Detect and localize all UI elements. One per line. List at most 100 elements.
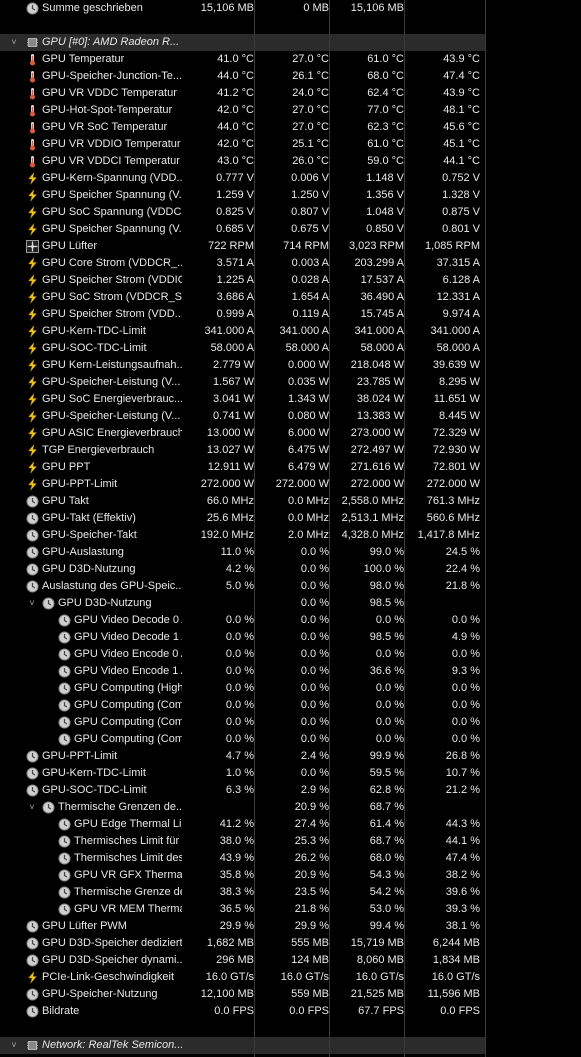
sensor-row[interactable]: GPU Lüfter 722 RPM 714 RPM 3,023 RPM 1,085 R… xyxy=(0,238,485,255)
gauge-icon xyxy=(58,631,71,644)
collapse-chevron-icon[interactable]: ˅ xyxy=(8,34,20,51)
sensor-row[interactable]: GPU Computing (High P... 0.0 % 0.0 % 0.0 % 0… xyxy=(0,680,485,697)
sensor-row[interactable]: GPU-Kern-Spannung (VDD... 0.777 V 0.006 V 1… xyxy=(0,170,485,187)
gauge-icon xyxy=(26,2,39,15)
min-value: 1.654 A xyxy=(291,291,329,303)
group-title: Network: RealTek Semicon... xyxy=(42,1039,184,1051)
sensor-row[interactable]: GPU SoC Energieverbrauc... 3.041 W 1.343 W… xyxy=(0,391,485,408)
sensor-row[interactable]: GPU Edge Thermal Limit 41.2 % 27.4 % 61.4 %… xyxy=(0,816,485,833)
sensor-row[interactable]: Auslastung des GPU-Speic... 5.0 % 0.0 % 98.… xyxy=(0,578,485,595)
sensor-row[interactable]: GPU Computing (Comp... 0.0 % 0.0 % 0.0 % 0.0… xyxy=(0,714,485,731)
sensor-row[interactable]: GPU VR MEM Thermal Li... 36.5 % 21.8 % 53.0… xyxy=(0,901,485,918)
min-value: 0.0 % xyxy=(300,767,329,779)
avg-value: 0.752 V xyxy=(442,172,480,184)
sensor-row[interactable]: TGP Energieverbrauch 13.027 W 6.475 W 272.4… xyxy=(0,442,485,459)
sensor-row[interactable]: GPU-Speicher-Junction-Te... 44.0 °C 26.1 °… xyxy=(0,68,485,85)
avg-value: 1,834 MB xyxy=(432,954,480,966)
sensor-row[interactable]: GPU-Speicher-Leistung (V... 0.741 W 0.080 … xyxy=(0,408,485,425)
max-value: 2,513.1 MHz xyxy=(341,512,404,524)
sensor-row[interactable]: GPU SoC Spannung (VDDC... 0.825 V 0.807 V 1… xyxy=(0,204,485,221)
sensor-row[interactable]: GPU-PPT-Limit 272.000 W 272.000 W 272.000 W… xyxy=(0,476,485,493)
sensor-row[interactable]: GPU-Hot-Spot-Temperatur 42.0 °C 27.0 °C 77.… xyxy=(0,102,485,119)
sensor-row[interactable]: GPU Video Decode 1 A... 0.0 % 0.0 % 98.5 % 4… xyxy=(0,629,485,646)
sensor-label: PCIe-Link-Geschwindigkeit xyxy=(42,971,175,983)
sensor-row[interactable]: GPU D3D-Nutzung 4.2 % 0.0 % 100.0 % 22.4 % xyxy=(0,561,485,578)
sensor-row[interactable]: Thermisches Limit für G... 38.0 % 25.3 % 68… xyxy=(0,833,485,850)
sensor-row[interactable]: GPU Video Encode 1 Au... 0.0 % 0.0 % 36.6 %… xyxy=(0,663,485,680)
sensor-row[interactable]: GPU Computing (Comp... 0.0 % 0.0 % 0.0 % 0.0… xyxy=(0,731,485,748)
sensor-row[interactable]: Bildrate 0.0 FPS 0.0 FPS 67.7 FPS 0.0 FPS xyxy=(0,1003,485,1020)
sensor-row[interactable]: ˅ GPU D3D-Nutzung 0.0 % 98.5 % xyxy=(0,595,485,612)
sensor-row[interactable]: GPU VR GFX Thermal Limit 35.8 % 20.9 % 54.3… xyxy=(0,867,485,884)
min-value: 272.000 W xyxy=(275,478,329,490)
sensor-row[interactable]: GPU Speicher Spannung (V... 1.259 V 1.250 … xyxy=(0,187,485,204)
sensor-row[interactable]: GPU SoC Strom (VDDCR_S... 3.686 A 1.654 A 3… xyxy=(0,289,485,306)
sensor-row[interactable]: GPU-Kern-TDC-Limit 1.0 % 0.0 % 59.5 % 10.7 % xyxy=(0,765,485,782)
current-value: 5.0 % xyxy=(225,580,254,592)
sensor-row[interactable]: GPU Kern-Leistungsaufnah... 2.779 W 0.000 … xyxy=(0,357,485,374)
avg-value: 272.000 W xyxy=(426,478,480,490)
avg-value: 0.801 V xyxy=(442,223,480,235)
gauge-icon xyxy=(58,699,71,712)
min-value: 0.0 % xyxy=(300,699,329,711)
sensor-row[interactable]: GPU D3D-Speicher dynami... 296 MB 124 MB 8,… xyxy=(0,952,485,969)
lightning-bolt-icon xyxy=(26,410,39,423)
sensor-row[interactable]: GPU Video Decode 0 A... 0.0 % 0.0 % 0.0 % 0.… xyxy=(0,612,485,629)
lightning-bolt-icon xyxy=(26,206,39,219)
group-header[interactable]: ˅ Network: RealTek Semicon... xyxy=(0,1037,485,1054)
max-value: 68.0 % xyxy=(369,852,404,864)
min-value: 0.0 % xyxy=(300,614,329,626)
avg-value: 48.1 °C xyxy=(443,104,480,116)
sensor-row[interactable]: GPU Temperatur 41.0 °C 27.0 °C 61.0 °C 43.9 … xyxy=(0,51,485,68)
collapse-chevron-icon[interactable]: ˅ xyxy=(8,1037,20,1054)
avg-value: 44.3 % xyxy=(445,818,480,830)
sensor-row[interactable]: GPU-Speicher-Leistung (V... 1.567 W 0.035 … xyxy=(0,374,485,391)
current-value: 1.567 W xyxy=(213,376,254,388)
sensor-row[interactable]: GPU VR VDDIO Temperatur 42.0 °C 25.1 °C 61.… xyxy=(0,136,485,153)
sensor-row[interactable]: GPU D3D-Speicher dediziert 1,682 MB 555 MB… xyxy=(0,935,485,952)
sensor-row[interactable]: GPU-Speicher-Nutzung 12,100 MB 559 MB 21,52… xyxy=(0,986,485,1003)
sensor-row[interactable]: GPU Computing (Comp... 0.0 % 0.0 % 0.0 % 0.0… xyxy=(0,697,485,714)
sensor-row[interactable]: GPU Lüfter PWM 29.9 % 29.9 % 99.4 % 38.1 % xyxy=(0,918,485,935)
sensor-row[interactable]: Thermisches Limit des ... 43.9 % 26.2 % 68.… xyxy=(0,850,485,867)
current-value: 0.777 V xyxy=(216,172,254,184)
sensor-row[interactable]: GPU Video Encode 0 Au... 0.0 % 0.0 % 0.0 % 0… xyxy=(0,646,485,663)
lightning-bolt-icon xyxy=(26,427,39,440)
sensor-row[interactable]: GPU VR VDDCI Temperatur 43.0 °C 26.0 °C 59.… xyxy=(0,153,485,170)
lightning-bolt-icon xyxy=(26,359,39,372)
sensor-row[interactable]: GPU-Speicher-Takt 192.0 MHz 2.0 MHz 4,328.0… xyxy=(0,527,485,544)
sensor-row[interactable]: GPU-Auslastung 11.0 % 0.0 % 99.0 % 24.5 % xyxy=(0,544,485,561)
sensor-row[interactable]: GPU Core Strom (VDDCR_... 3.571 A 0.003 A 2… xyxy=(0,255,485,272)
sensor-row[interactable]: GPU-SOC-TDC-Limit 6.3 % 2.9 % 62.8 % 21.2 % xyxy=(0,782,485,799)
sensor-row[interactable]: GPU ASIC Energieverbrauch 13.000 W 6.000 W… xyxy=(0,425,485,442)
sensor-row[interactable]: GPU Takt 66.0 MHz 0.0 MHz 2,558.0 MHz 761.3 … xyxy=(0,493,485,510)
sensor-row[interactable]: GPU-SOC-TDC-Limit 58.000 A 58.000 A 58.000 … xyxy=(0,340,485,357)
sensor-row[interactable]: Thermische Grenze des ... 38.3 % 23.5 % 54.… xyxy=(0,884,485,901)
sensor-row[interactable]: GPU Speicher Spannung (V... 0.685 V 0.675 … xyxy=(0,221,485,238)
sensor-row[interactable]: ˅ Thermische Grenzen de... 20.9 % 68.7 % xyxy=(0,799,485,816)
current-value: 0.741 W xyxy=(213,410,254,422)
min-value: 0.0 % xyxy=(300,563,329,575)
sensor-row[interactable]: GPU VR VDDC Temperatur 41.2 °C 24.0 °C 62.4… xyxy=(0,85,485,102)
avg-value: 45.6 °C xyxy=(443,121,480,133)
gauge-icon xyxy=(26,920,39,933)
group-header[interactable]: ˅ GPU [#0]: AMD Radeon R... xyxy=(0,34,485,51)
sensor-label: GPU D3D-Nutzung xyxy=(42,563,136,575)
sensor-row[interactable]: PCIe-Link-Geschwindigkeit 16.0 GT/s 16.0 G… xyxy=(0,969,485,986)
sensor-row[interactable]: GPU-PPT-Limit 4.7 % 2.4 % 99.9 % 26.8 % xyxy=(0,748,485,765)
expand-chevron-icon[interactable]: ˅ xyxy=(26,595,38,612)
sensor-row[interactable]: Summe geschrieben 15,106 MB 0 MB 15,106 MB xyxy=(0,0,485,17)
min-value: 714 RPM xyxy=(283,240,329,252)
min-value: 0.0 % xyxy=(300,716,329,728)
sensor-row[interactable]: GPU Speicher Strom (VDD... 0.999 A 0.119 A… xyxy=(0,306,485,323)
expand-chevron-icon[interactable]: ˅ xyxy=(26,799,38,816)
sensor-row[interactable]: GPU VR SoC Temperatur 44.0 °C 27.0 °C 62.3 … xyxy=(0,119,485,136)
sensor-row[interactable]: GPU PPT 12.911 W 6.479 W 271.616 W 72.801 W xyxy=(0,459,485,476)
sensor-row[interactable]: GPU-Takt (Effektiv) 25.6 MHz 0.0 MHz 2,513.… xyxy=(0,510,485,527)
max-value: 8,060 MB xyxy=(356,954,404,966)
min-value: 0.000 W xyxy=(288,359,329,371)
sensor-row[interactable]: GPU Speicher Strom (VDDIO) 1.225 A 0.028 A… xyxy=(0,272,485,289)
min-value: 2.9 % xyxy=(300,784,329,796)
sensor-label: TGP Energieverbrauch xyxy=(42,444,155,456)
sensor-row[interactable]: GPU-Kern-TDC-Limit 341.000 A 341.000 A 341.… xyxy=(0,323,485,340)
